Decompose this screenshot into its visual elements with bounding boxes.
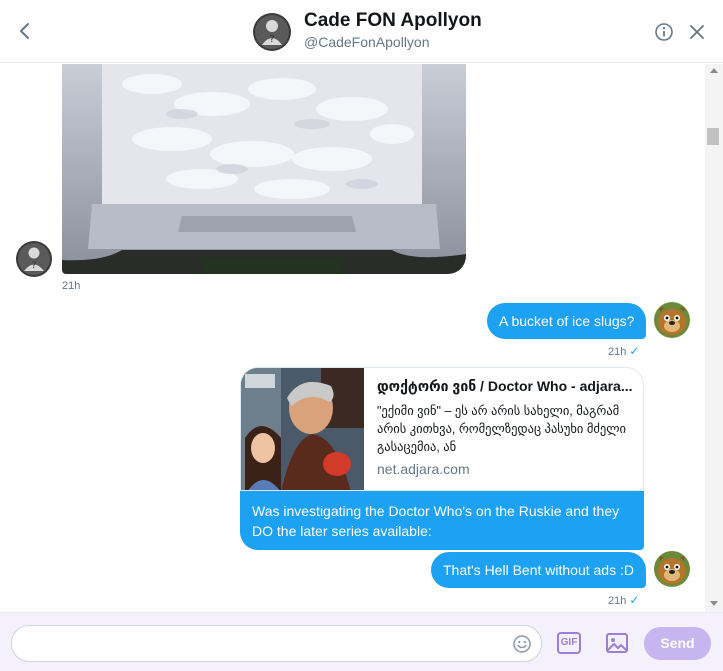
scroll-down-icon[interactable] [710, 601, 718, 606]
close-icon [690, 25, 704, 39]
read-check-icon: ✓ [629, 344, 640, 358]
read-check-icon: ✓ [629, 593, 640, 607]
link-card-image [241, 368, 364, 490]
message-bubble[interactable]: Was investigating the Doctor Who's on th… [240, 491, 644, 550]
scroll-up-icon[interactable] [710, 68, 718, 73]
close-button[interactable] [688, 23, 706, 41]
image-button[interactable] [605, 632, 629, 654]
thread-scrollbar[interactable] [705, 64, 723, 612]
link-card[interactable]: დოქტორი ვინ / Doctor Who - adjara... "ექ… [240, 367, 644, 491]
scroll-thumb[interactable] [707, 128, 719, 145]
gif-button[interactable]: GIF [557, 632, 581, 654]
conversation-handle[interactable]: @CadeFonApollyon [304, 34, 430, 50]
link-card-domain: net.adjara.com [377, 461, 470, 477]
link-card-title: დოქტორი ვინ / Doctor Who - adjara... [377, 378, 633, 394]
message-timestamp: 21h [62, 280, 81, 292]
message-photo[interactable] [62, 64, 466, 274]
svg-text:?: ? [269, 34, 274, 45]
avatar[interactable]: ? [253, 13, 291, 51]
ice-bucket-photo [62, 64, 466, 274]
message-composer: GIF Send [0, 612, 723, 671]
avatar[interactable] [654, 551, 690, 587]
image-icon [606, 633, 628, 653]
message-timestamp: 21h ✓ [608, 344, 640, 358]
message-text: That's Hell Bent without ads :D [443, 562, 634, 578]
emoji-icon [513, 635, 531, 653]
conversation-name[interactable]: Cade FON Apollyon [304, 10, 482, 32]
link-card-description: "ექიმი ვინ" – ეს არ არის სახელი, მაგრამ … [377, 404, 627, 454]
message-timestamp: 21h ✓ [608, 593, 640, 607]
avatar[interactable] [654, 302, 690, 338]
message-text: Was investigating the Doctor Who's on th… [252, 503, 620, 539]
back-button[interactable] [14, 18, 36, 44]
chevron-left-icon [20, 23, 29, 39]
send-button[interactable]: Send [644, 627, 711, 660]
message-text: A bucket of ice slugs? [499, 313, 635, 329]
message-bubble[interactable]: A bucket of ice slugs? [487, 303, 647, 339]
message-input[interactable] [11, 625, 542, 662]
conversation-header: ? Cade FON Apollyon @CadeFonApollyon [0, 0, 723, 63]
message-thread: ? 21h A bucket of ice slugs? 21h ✓ დოქტო… [0, 64, 705, 612]
info-icon [655, 23, 673, 41]
avatar[interactable]: ? [16, 241, 52, 277]
message-bubble[interactable]: That's Hell Bent without ads :D [431, 552, 646, 588]
emoji-button[interactable] [512, 634, 532, 654]
info-button[interactable] [654, 22, 674, 42]
svg-text:?: ? [32, 261, 37, 271]
